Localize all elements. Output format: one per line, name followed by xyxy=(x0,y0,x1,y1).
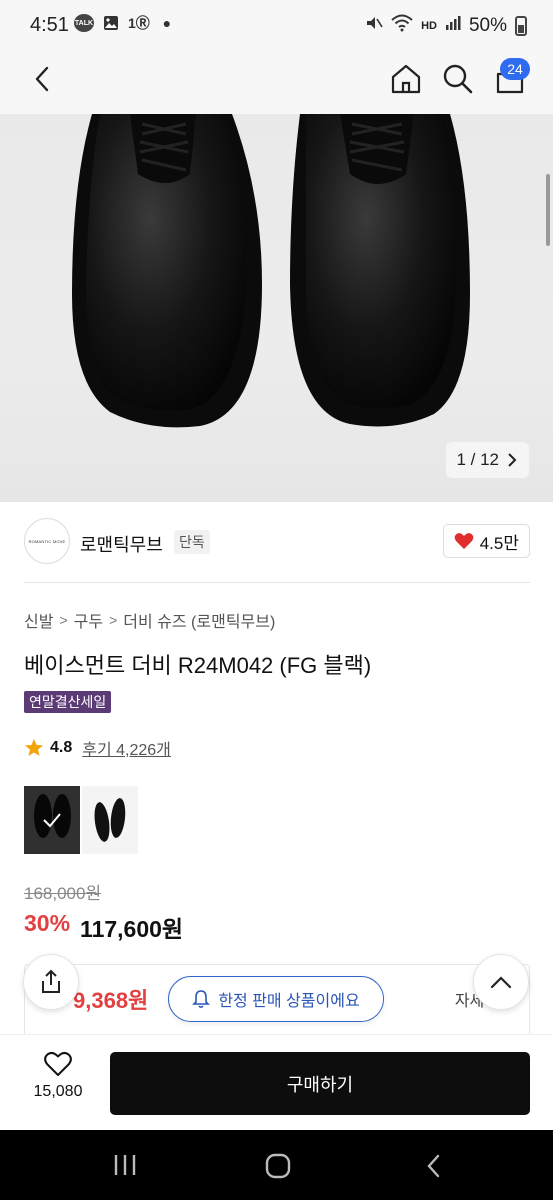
star-icon xyxy=(25,739,43,756)
back-button[interactable] xyxy=(28,64,58,94)
brand-like-count: 4.5만 xyxy=(479,533,519,553)
limited-sale-text: 한정 판매 상품이에요 xyxy=(218,993,360,1010)
lte-icon: 1Ⓡ xyxy=(128,15,150,31)
wishlist-count: 15,080 xyxy=(33,1083,83,1100)
home-button[interactable] xyxy=(390,62,422,96)
home-icon xyxy=(391,64,421,94)
battery-percent: 50% xyxy=(468,15,507,36)
scroll-top-button[interactable] xyxy=(473,954,529,1010)
limited-sale-notice[interactable]: 한정 판매 상품이에요 xyxy=(168,976,384,1022)
brand-logo[interactable]: ROMANTIC MOVE xyxy=(24,518,70,564)
system-navigation-bar xyxy=(0,1130,553,1200)
share-icon xyxy=(42,969,60,993)
scrollbar-thumb[interactable] xyxy=(546,174,550,246)
brand-name[interactable]: 로맨틱무브 xyxy=(80,531,163,557)
discount-rate: 30% xyxy=(24,910,71,936)
breadcrumb: 신발 > 구두 > 더비 슈즈 (로맨틱무브) xyxy=(24,608,275,632)
back-arrow-icon xyxy=(427,1154,440,1178)
exclusive-tag: 단독 xyxy=(174,530,210,554)
color-option-selected[interactable] xyxy=(24,786,80,854)
recent-apps-icon xyxy=(114,1155,136,1175)
chevron-right-icon xyxy=(508,453,517,467)
chevron-up-icon xyxy=(490,976,512,989)
image-counter-text: 1 / 12 xyxy=(456,450,499,469)
sale-badge: 연말결산세일 xyxy=(24,691,112,713)
image-counter[interactable]: 1 / 12 xyxy=(446,442,529,478)
review-link[interactable]: 후기 4,226개 xyxy=(82,736,171,760)
status-bar: 4:51 TALK 1Ⓡ ● HD 50% xyxy=(0,0,553,52)
share-button[interactable] xyxy=(23,954,79,1010)
chevron-left-icon xyxy=(35,66,49,92)
wifi-icon xyxy=(391,14,413,38)
breadcrumb-item[interactable]: 구두 xyxy=(74,608,103,632)
status-system-icons: HD 50% xyxy=(365,14,527,38)
brand-like-button[interactable]: 4.5만 xyxy=(442,524,530,558)
price-row: 30% 117,600원 xyxy=(24,910,183,944)
heart-outline-icon xyxy=(44,1051,72,1076)
kakaotalk-icon: TALK xyxy=(74,14,94,32)
chevron-right-icon: > xyxy=(109,612,118,628)
search-button[interactable] xyxy=(442,62,474,96)
thumbnail-image xyxy=(82,786,138,854)
dot-icon: ● xyxy=(162,15,172,31)
breadcrumb-item[interactable]: 더비 슈즈 (로맨틱무브) xyxy=(123,608,275,632)
benefit-price: 9,368원 xyxy=(73,988,149,1013)
check-icon xyxy=(24,786,80,854)
gallery-icon xyxy=(102,14,120,32)
product-image-gallery[interactable]: 1 / 12 xyxy=(0,114,553,502)
cart-count-badge: 24 xyxy=(500,58,530,80)
divider xyxy=(24,582,530,583)
system-back-button[interactable] xyxy=(422,1152,446,1180)
color-options xyxy=(24,786,138,854)
buy-button[interactable]: 구매하기 xyxy=(110,1052,530,1115)
mute-icon xyxy=(365,14,383,38)
heart-filled-icon xyxy=(454,533,474,549)
color-option[interactable] xyxy=(82,786,138,854)
chevron-right-icon: > xyxy=(59,612,68,628)
original-price: 168,000원 xyxy=(24,884,102,903)
search-icon xyxy=(443,64,473,94)
product-title: 베이스먼트 더비 R24M042 (FG 블랙) xyxy=(24,653,372,678)
status-notification-icons: TALK 1Ⓡ ● xyxy=(74,14,176,32)
bell-icon xyxy=(192,990,211,1009)
brand-row: ROMANTIC MOVE 로맨틱무브 단독 4.5만 xyxy=(24,518,530,566)
breadcrumb-item[interactable]: 신발 xyxy=(24,608,53,632)
purchase-bar: 15,080 구매하기 xyxy=(0,1034,553,1130)
system-home-button[interactable] xyxy=(264,1152,292,1180)
status-time: 4:51 xyxy=(30,14,69,36)
battery-icon xyxy=(515,16,527,36)
app-header: 24 xyxy=(0,52,553,114)
home-circle-icon xyxy=(265,1153,291,1179)
rating-row: 4.8 후기 4,226개 xyxy=(24,736,171,760)
rating-score: 4.8 xyxy=(50,739,73,756)
sale-price: 117,600원 xyxy=(80,916,184,942)
signal-icon xyxy=(445,15,461,37)
hd-voice-icon: HD xyxy=(421,20,437,32)
brand-logo-text: ROMANTIC MOVE xyxy=(28,538,66,544)
wishlist-button[interactable]: 15,080 xyxy=(22,1051,94,1115)
recent-apps-button[interactable] xyxy=(112,1152,138,1178)
